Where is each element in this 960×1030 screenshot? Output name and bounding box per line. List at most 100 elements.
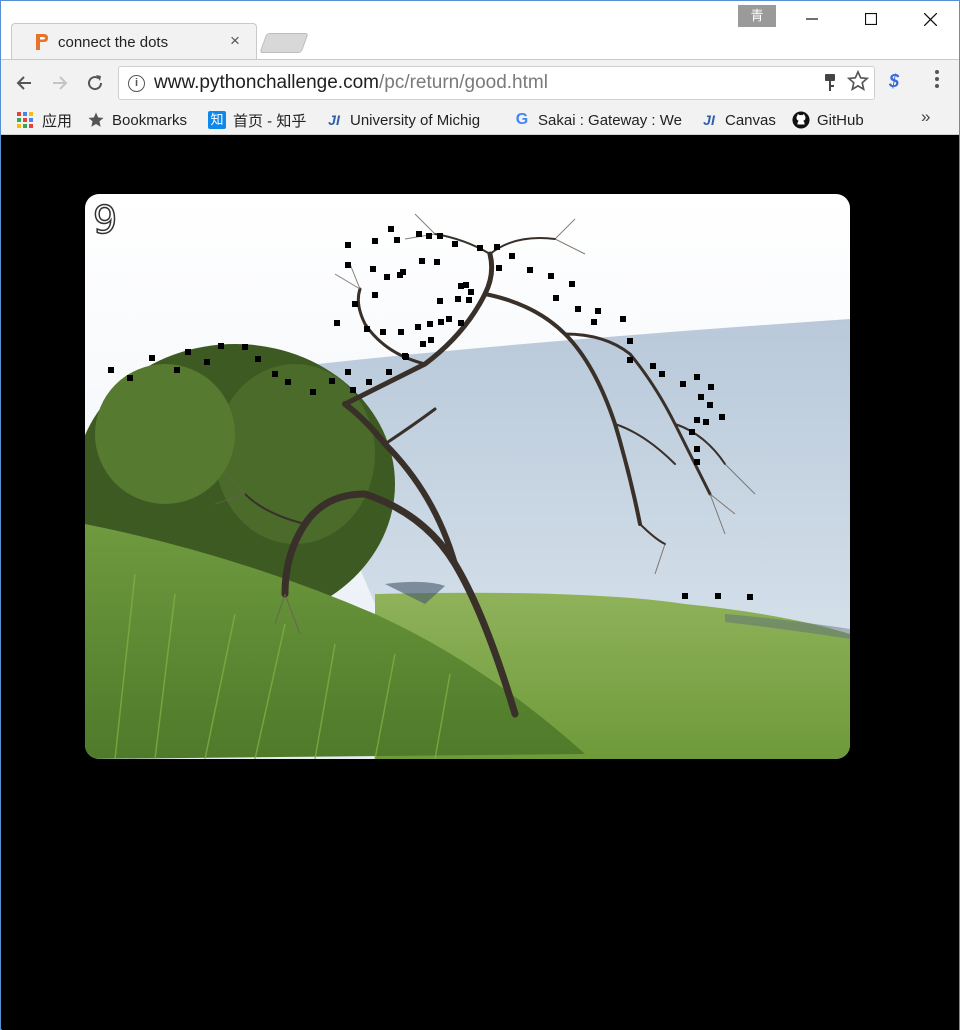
- dot: [446, 316, 452, 322]
- browser-window: connect the dots × 青 i www.pythonchallen…: [0, 0, 960, 1030]
- dot: [747, 594, 753, 600]
- bookmark-label: 应用: [42, 112, 73, 130]
- dot: [127, 375, 133, 381]
- bookmark-umich[interactable]: JI University of Michig: [325, 109, 495, 131]
- page-content: 9: [2, 136, 959, 1030]
- maximize-button[interactable]: [842, 1, 900, 37]
- dot: [329, 378, 335, 384]
- minimize-button[interactable]: [783, 1, 841, 37]
- dot: [719, 414, 725, 420]
- dot: [437, 298, 443, 304]
- dot: [659, 371, 665, 377]
- bookmark-label: Bookmarks: [112, 111, 188, 129]
- dot: [370, 266, 376, 272]
- new-tab-button[interactable]: [259, 33, 309, 53]
- tab-active[interactable]: connect the dots ×: [11, 23, 257, 60]
- dot: [650, 363, 656, 369]
- bookmark-sakai[interactable]: G Sakai : Gateway : We: [513, 109, 685, 131]
- dot: [434, 259, 440, 265]
- dot: [527, 267, 533, 273]
- dot: [398, 329, 404, 335]
- dot: [427, 321, 433, 327]
- tab-title: connect the dots: [58, 34, 169, 51]
- close-window-button[interactable]: [901, 1, 959, 37]
- dot: [420, 341, 426, 347]
- dot: [218, 343, 224, 349]
- dot: [458, 320, 464, 326]
- forward-arrow-icon: [53, 76, 68, 90]
- dot: [394, 237, 400, 243]
- dot: [703, 419, 709, 425]
- dot: [242, 344, 248, 350]
- address-bar[interactable]: i www.pythonchallenge.com/pc/return/good…: [118, 66, 875, 100]
- dot: [108, 367, 114, 373]
- dot: [185, 349, 191, 355]
- zhihu-icon: 知: [208, 111, 226, 129]
- url-path: /pc/return/good.html: [378, 72, 548, 93]
- more-bookmarks-chevron-icon[interactable]: »: [921, 107, 930, 127]
- python-challenge-favicon-icon: [36, 34, 48, 50]
- url-text[interactable]: www.pythonchallenge.com/pc/return/good.h…: [154, 72, 548, 94]
- apps-grid-icon: [17, 112, 35, 128]
- bookmark-github[interactable]: GitHub: [792, 109, 864, 131]
- bookmark-folder-bookmarks[interactable]: Bookmarks: [87, 109, 187, 131]
- minimize-icon: [806, 18, 818, 20]
- back-button[interactable]: [11, 70, 37, 96]
- dot: [437, 233, 443, 239]
- dot: [350, 387, 356, 393]
- dot: [400, 269, 406, 275]
- dot: [403, 354, 409, 360]
- profile-badge[interactable]: 青: [738, 5, 776, 27]
- menu-icon[interactable]: [931, 69, 943, 89]
- dot: [272, 371, 278, 377]
- bookmarks-bar: 应用 Bookmarks 知 首页 - 知乎 JI University of …: [1, 105, 959, 135]
- dot: [384, 274, 390, 280]
- landscape-photo: [85, 194, 850, 759]
- dot: [255, 356, 261, 362]
- dot: [428, 337, 434, 343]
- dot: [466, 297, 472, 303]
- page-number: 9: [92, 197, 118, 243]
- dot: [438, 319, 444, 325]
- dot: [708, 384, 714, 390]
- toolbar: i www.pythonchallenge.com/pc/return/good…: [1, 59, 959, 105]
- dot: [345, 369, 351, 375]
- extension-icon[interactable]: $: [889, 71, 899, 92]
- bookmark-apps[interactable]: 应用: [17, 109, 72, 131]
- reload-button[interactable]: [82, 70, 108, 96]
- bookmark-star-icon[interactable]: [847, 70, 869, 92]
- dot: [372, 238, 378, 244]
- dot: [415, 324, 421, 330]
- dot: [553, 295, 559, 301]
- bookmark-canvas[interactable]: JI Canvas: [700, 109, 776, 131]
- bookmark-label: Canvas: [725, 111, 776, 129]
- forward-button[interactable]: [47, 70, 73, 96]
- bookmark-zhihu[interactable]: 知 首页 - 知乎: [208, 109, 306, 131]
- info-icon[interactable]: i: [128, 75, 145, 92]
- dot: [680, 381, 686, 387]
- github-icon: [792, 111, 810, 129]
- dot: [627, 357, 633, 363]
- tab-close-icon[interactable]: ×: [230, 31, 240, 51]
- google-icon: G: [515, 111, 529, 128]
- bookmark-label: GitHub: [817, 111, 864, 129]
- dot: [345, 242, 351, 248]
- dot: [386, 369, 392, 375]
- dot: [627, 338, 633, 344]
- dot: [149, 355, 155, 361]
- dot: [334, 320, 340, 326]
- key-icon[interactable]: [824, 73, 836, 93]
- dot: [380, 329, 386, 335]
- back-arrow-icon: [16, 76, 31, 90]
- dot: [694, 459, 700, 465]
- url-domain: www.pythonchallenge.com: [154, 72, 379, 93]
- dot: [310, 389, 316, 395]
- dot: [364, 326, 370, 332]
- bookmark-label: University of Michig: [350, 111, 481, 129]
- dot: [707, 402, 713, 408]
- reload-icon: [88, 75, 103, 91]
- dot: [575, 306, 581, 312]
- close-icon: [923, 12, 937, 26]
- dot: [548, 273, 554, 279]
- connect-the-dots-image[interactable]: 9: [85, 194, 850, 759]
